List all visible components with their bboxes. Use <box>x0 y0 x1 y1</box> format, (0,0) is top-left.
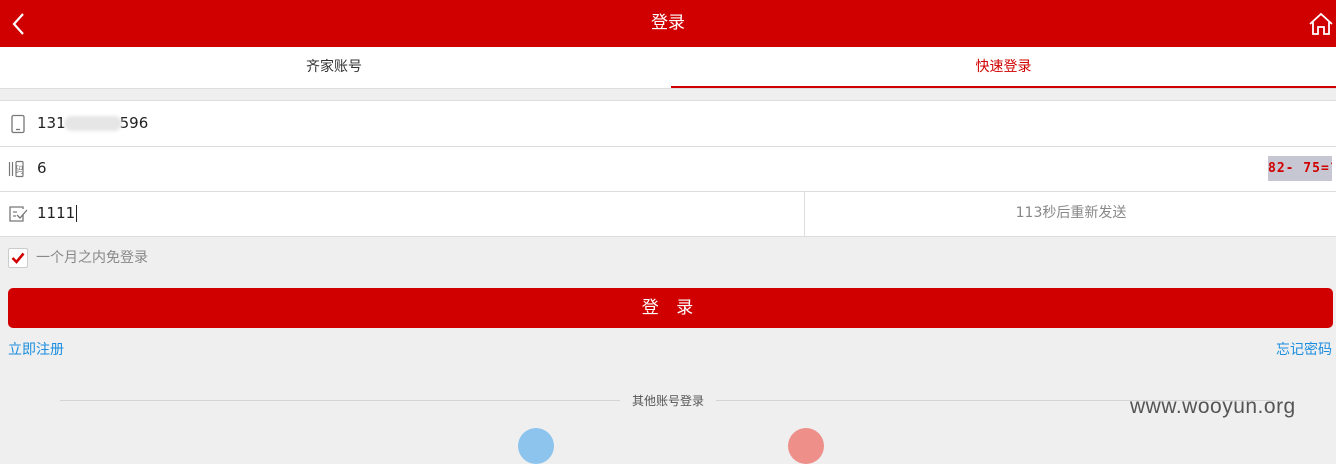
home-icon[interactable] <box>1308 12 1334 36</box>
login-tabs: 齐家账号 快速登录 <box>0 47 1336 89</box>
watermark: www.wooyun.org <box>1130 395 1296 418</box>
top-bar: 登录 <box>0 0 1336 47</box>
register-link[interactable]: 立即注册 <box>8 339 64 359</box>
remember-label: 一个月之内免登录 <box>36 250 148 266</box>
social-login-blue-icon[interactable] <box>518 428 554 464</box>
text-caret <box>76 205 78 222</box>
captcha-icon: 码 <box>8 159 28 179</box>
phone-icon <box>8 114 28 134</box>
masked-digits <box>63 116 122 131</box>
social-login-red-icon[interactable] <box>788 428 824 464</box>
captcha-image[interactable]: 82- 75=? <box>1268 156 1332 181</box>
sms-code-field[interactable]: 1111 113秒后重新发送 <box>0 191 1336 237</box>
page-title: 登录 <box>651 13 685 33</box>
svg-text:码: 码 <box>15 165 24 176</box>
phone-value: 131 596 <box>37 114 149 132</box>
sms-code-icon <box>8 204 28 224</box>
forgot-password-link[interactable]: 忘记密码 <box>1276 339 1332 359</box>
resend-code-button[interactable]: 113秒后重新发送 <box>804 191 1336 236</box>
login-form: 131 596 码 6 82- 75=? 1111 113秒后重新发送 <box>0 100 1336 237</box>
phone-field[interactable]: 131 596 <box>0 101 1336 147</box>
tab-quick-login[interactable]: 快速登录 <box>671 47 1336 88</box>
tab-qijia-account[interactable]: 齐家账号 <box>0 47 668 88</box>
login-button[interactable]: 登 录 <box>8 288 1333 328</box>
other-login-title: 其他账号登录 <box>631 394 704 408</box>
remember-checkbox[interactable] <box>8 248 28 268</box>
captcha-field[interactable]: 码 6 82- 75=? <box>0 146 1336 192</box>
captcha-input: 6 <box>37 159 47 177</box>
sms-code-value: 1111 <box>37 204 78 222</box>
divider <box>60 400 620 401</box>
